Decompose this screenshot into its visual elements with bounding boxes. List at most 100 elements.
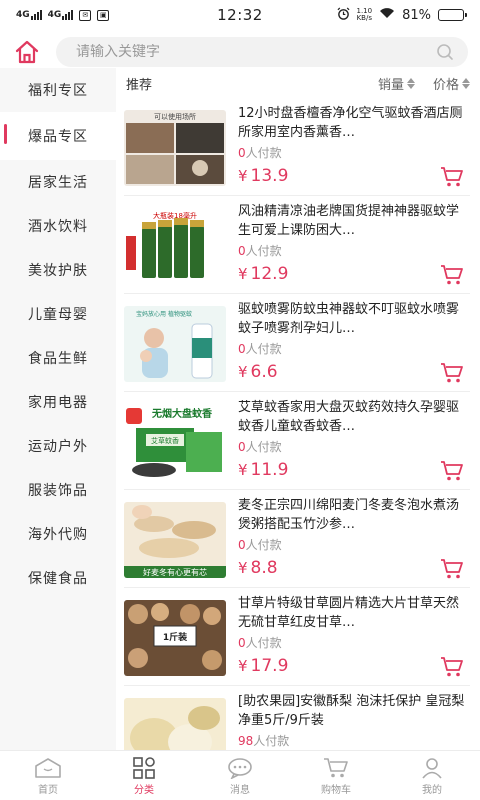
sort-sales-label: 销量: [377, 77, 404, 93]
product-paid-count: 0人付款: [238, 634, 470, 651]
sidebar-item-haiwai[interactable]: 海外代购: [0, 512, 116, 556]
product-paid-count: 98人付款: [238, 732, 470, 749]
mail-icon: ✉: [79, 9, 92, 21]
cart-icon: [441, 265, 463, 285]
product-paid-count: 0人付款: [238, 438, 470, 455]
tab-cart[interactable]: 购物车: [288, 751, 384, 800]
battery-percent: 81%: [402, 7, 431, 23]
add-to-cart-button[interactable]: [440, 656, 464, 678]
paid-count: 0: [238, 440, 246, 454]
search-bar[interactable]: [56, 37, 468, 67]
currency-symbol: ¥: [238, 363, 248, 381]
alarm-icon: [337, 7, 350, 24]
product-item[interactable]: 大瓶装18毫升 风油精清凉油老牌国货提神神器驱蚊学生可爱上课防困大… 0人付款 …: [124, 196, 470, 294]
product-price: ¥17.9: [238, 656, 288, 676]
cart-icon: [441, 657, 463, 677]
product-item[interactable]: 可以使用场所 12小时盘香檀香净化空气驱蚊香酒店厕所家用室内香薰香… 0人付款 …: [124, 98, 470, 196]
paid-count: 0: [238, 538, 246, 552]
home-icon: [15, 40, 39, 64]
net-speed-unit: KB/s: [356, 14, 372, 22]
add-to-cart-button[interactable]: [440, 460, 464, 482]
price-value: 6.6: [250, 362, 278, 382]
price-value: 8.8: [250, 558, 278, 578]
sidebar-item-shipin[interactable]: 食品生鲜: [0, 336, 116, 380]
tab-label: 购物车: [321, 785, 351, 796]
product-image-caption: 好麦冬有心更有芯: [143, 567, 207, 577]
net-speed: 1.10 KB/s: [357, 8, 373, 22]
product-item[interactable]: 宝妈放心用 植物驱蚊 驱蚊喷雾防蚊虫神器蚊不叮驱蚊水喷雾蚊子喷雾剂孕妇儿… 0人…: [124, 294, 470, 392]
product-paid-count: 0人付款: [238, 340, 470, 357]
product-item[interactable]: 1斤装 甘草片特级甘草圆片精选大片甘草天然无硫甘草红皮甘草… 0人付款 ¥17.…: [124, 588, 470, 686]
product-paid-count: 0人付款: [238, 536, 470, 553]
add-to-cart-button[interactable]: [440, 362, 464, 384]
add-to-cart-button[interactable]: [440, 264, 464, 286]
tab-messages[interactable]: 消息: [192, 751, 288, 800]
product-image[interactable]: [124, 698, 226, 750]
sort-by-price[interactable]: 价格: [433, 74, 470, 93]
sidebar-item-label: 居家生活: [28, 175, 88, 191]
currency-symbol: ¥: [238, 461, 248, 479]
product-item[interactable]: 无烟大盘蚊香 艾草蚊香 艾草蚊香家用大盘灭蚊药效持久孕婴驱蚊香儿童蚊香蚊香… 0…: [124, 392, 470, 490]
sort-price-label: 价格: [432, 77, 459, 93]
cart-icon: [441, 363, 463, 383]
home-button[interactable]: [12, 37, 42, 67]
product-list-panel: 推荐 销量 价格 可以使用场所 12小时盘香檀香净化空气驱蚊香酒店厕所家用室内香…: [116, 68, 480, 750]
search-icon[interactable]: [436, 43, 454, 61]
product-item[interactable]: [助农果园]安徽酥梨 泡沫托保护 皇冠梨 净重5斤/9斤装 98人付款: [124, 686, 470, 750]
product-image[interactable]: 可以使用场所: [124, 110, 226, 186]
sort-arrows-icon: [462, 77, 470, 89]
paid-count: 0: [238, 342, 246, 356]
sidebar-item-meizhuang[interactable]: 美妆护肤: [0, 248, 116, 292]
sidebar-item-jujia[interactable]: 居家生活: [0, 160, 116, 204]
sort-by-sales[interactable]: 销量: [378, 74, 415, 93]
add-to-cart-button[interactable]: [440, 558, 464, 580]
cart-icon: [441, 559, 463, 579]
bottom-tab-bar: 首页 分类 消息 购物车 我的: [0, 750, 480, 800]
sidebar-item-fuli[interactable]: 福利专区: [0, 68, 116, 112]
paid-count: 0: [238, 636, 246, 650]
tab-category[interactable]: 分类: [96, 751, 192, 800]
product-image[interactable]: 无烟大盘蚊香 艾草蚊香: [124, 404, 226, 480]
cart-icon: [441, 461, 463, 481]
status-time: 12:32: [217, 6, 263, 24]
sidebar-item-label: 海外代购: [28, 527, 88, 543]
currency-symbol: ¥: [238, 167, 248, 185]
paid-suffix: 人付款: [245, 538, 282, 552]
price-value: 17.9: [250, 656, 289, 676]
product-price: ¥8.8: [238, 558, 278, 578]
paid-suffix: 人付款: [245, 636, 282, 650]
sidebar-item-ertong[interactable]: 儿童母婴: [0, 292, 116, 336]
sidebar-item-baopin[interactable]: 爆品专区: [0, 112, 116, 160]
product-name: 12小时盘香檀香净化空气驱蚊香酒店厕所家用室内香薰香…: [238, 106, 463, 140]
add-to-cart-button[interactable]: [440, 166, 464, 188]
sidebar-item-baojian[interactable]: 保健食品: [0, 556, 116, 600]
sidebar-item-jiushui[interactable]: 酒水饮料: [0, 204, 116, 248]
tab-label: 分类: [134, 785, 154, 796]
product-image-caption: 可以使用场所: [154, 112, 196, 121]
paid-suffix: 人付款: [253, 734, 290, 748]
product-item[interactable]: 好麦冬有心更有芯 麦冬正宗四川绵阳麦门冬麦冬泡水煮汤煲粥搭配玉竹沙参… 0人付款…: [124, 490, 470, 588]
currency-symbol: ¥: [238, 559, 248, 577]
product-image[interactable]: 宝妈放心用 植物驱蚊: [124, 306, 226, 382]
cart-tab-icon: [324, 758, 348, 778]
sidebar-item-dianqi[interactable]: 家用电器: [0, 380, 116, 424]
price-value: 13.9: [250, 166, 289, 186]
tab-home[interactable]: 首页: [0, 751, 96, 800]
product-image[interactable]: 1斤装: [124, 600, 226, 676]
sidebar-item-label: 美妆护肤: [28, 263, 88, 279]
sidebar-item-yundong[interactable]: 运动户外: [0, 424, 116, 468]
sidebar-item-label: 保健食品: [28, 571, 88, 587]
sort-bar: 推荐 销量 价格: [116, 68, 480, 98]
sidebar-item-fuzhuang[interactable]: 服装饰品: [0, 468, 116, 512]
product-image-caption: 宝妈放心用 植物驱蚊: [136, 310, 192, 318]
profile-tab-icon: [422, 758, 442, 779]
tab-profile[interactable]: 我的: [384, 751, 480, 800]
product-name: [助农果园]安徽酥梨 泡沫托保护 皇冠梨 净重5斤/9斤装: [238, 694, 465, 728]
product-name: 麦冬正宗四川绵阳麦门冬麦冬泡水煮汤煲粥搭配玉竹沙参…: [238, 498, 460, 532]
product-image[interactable]: 好麦冬有心更有芯: [124, 502, 226, 578]
sidebar-item-label: 福利专区: [28, 83, 88, 99]
paid-suffix: 人付款: [245, 146, 282, 160]
message-tab-icon: [228, 758, 252, 779]
search-input[interactable]: [76, 44, 436, 60]
product-image[interactable]: 大瓶装18毫升: [124, 208, 226, 284]
